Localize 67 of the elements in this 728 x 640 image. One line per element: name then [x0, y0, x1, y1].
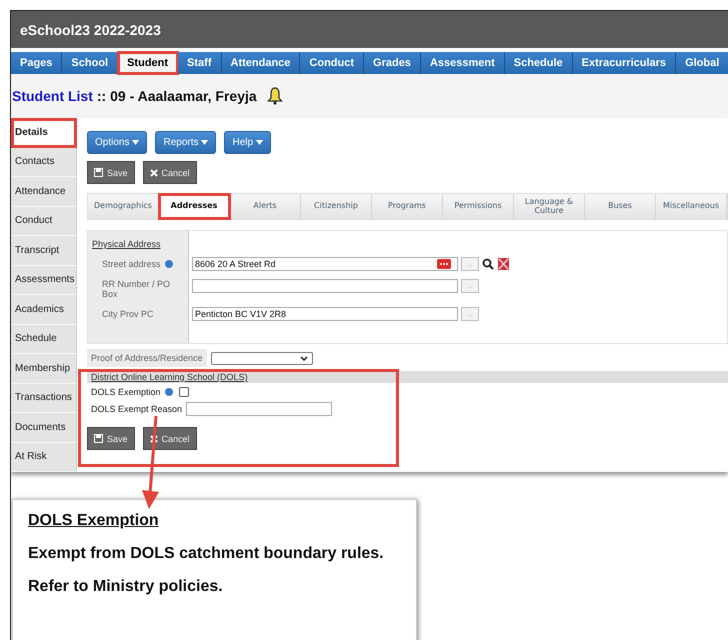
- sidebar-item[interactable]: Conduct: [11, 206, 77, 236]
- tooltip-text: Refer to Ministry policies.: [28, 578, 224, 596]
- sidebar-item[interactable]: Contacts: [11, 148, 77, 177]
- text-field[interactable]: [192, 279, 458, 293]
- sidebar-item[interactable]: Academics: [11, 295, 77, 324]
- sidebar-item[interactable]: At Risk: [11, 442, 77, 472]
- search-icon[interactable]: [482, 258, 494, 270]
- student-list-link[interactable]: Student List: [12, 88, 93, 104]
- caret-icon: [201, 140, 208, 145]
- nav-tab[interactable]: School: [62, 52, 118, 74]
- subtab[interactable]: Permissions: [443, 194, 514, 219]
- cancel-button[interactable]: Cancel: [142, 427, 197, 450]
- close-icon: [150, 168, 158, 176]
- text-field[interactable]: Penticton BC V1V 2R8: [192, 307, 458, 321]
- nav-tab[interactable]: Global: [676, 52, 728, 74]
- save-button[interactable]: Save: [87, 427, 135, 450]
- menu-button[interactable]: Help: [224, 131, 272, 154]
- subtab[interactable]: Buses: [585, 194, 656, 219]
- nav-tab[interactable]: Conduct: [300, 52, 364, 74]
- checkbox[interactable]: [178, 386, 189, 396]
- sidebar-item[interactable]: Documents: [11, 413, 77, 442]
- caret-icon: [132, 140, 140, 145]
- bell-icon[interactable]: [266, 87, 283, 105]
- subtab[interactable]: Programs: [372, 194, 443, 219]
- app-title: eSchool23 2022-2023: [20, 22, 161, 38]
- field-label: City Prov PC: [102, 309, 154, 319]
- field-label: Street address: [102, 259, 161, 269]
- text-field[interactable]: 8606 20 A Street Rd: [192, 257, 458, 271]
- dropdown[interactable]: [210, 352, 313, 364]
- nav-tab[interactable]: Assessment: [420, 52, 505, 74]
- nav-tab[interactable]: Schedule: [504, 52, 573, 74]
- nav-tab[interactable]: Student: [118, 52, 178, 74]
- section-heading: Physical Address: [91, 239, 161, 249]
- nav-tab[interactable]: Staff: [178, 52, 222, 74]
- field-label: DOLS Exempt Reason: [91, 404, 182, 414]
- sidebar-item[interactable]: Transcript: [11, 236, 77, 266]
- caret-icon: [256, 140, 264, 145]
- nav-tab[interactable]: Grades: [364, 52, 421, 74]
- sidebar-item[interactable]: Transactions: [11, 384, 77, 413]
- tooltip-text: Exempt from DOLS catchment boundary rules.: [28, 545, 385, 563]
- subtab[interactable]: Citizenship: [301, 194, 372, 219]
- sidebar-item[interactable]: Schedule: [11, 324, 77, 354]
- cancel-button[interactable]: Cancel: [142, 161, 197, 184]
- nav-tab[interactable]: Attendance: [222, 52, 300, 74]
- subtab[interactable]: Miscellaneous: [656, 194, 727, 219]
- sidebar-item[interactable]: Assessments: [11, 266, 77, 295]
- menu-button[interactable]: Reports: [155, 131, 216, 154]
- text-field[interactable]: [186, 402, 332, 416]
- section-heading: District Online Learning School (DOLS): [91, 372, 248, 382]
- nav-tab[interactable]: Pages: [11, 52, 62, 74]
- sidebar-item[interactable]: Membership: [11, 354, 77, 384]
- field-label: Proof of Address/Residence: [87, 349, 207, 367]
- field-label: DOLS Exemption: [91, 386, 161, 396]
- subtab[interactable]: Alerts: [230, 194, 301, 219]
- subtab[interactable]: Addresses: [159, 194, 230, 219]
- more-badge-icon[interactable]: [437, 259, 451, 269]
- menu-button[interactable]: Options: [87, 131, 148, 154]
- close-icon: [150, 434, 158, 442]
- sidebar-item[interactable]: Details: [11, 118, 77, 148]
- tooltip-title: DOLS Exemption: [28, 512, 160, 530]
- sidebar-item[interactable]: Attendance: [11, 177, 77, 206]
- field-label: RR Number / PO Box: [102, 279, 172, 299]
- chevron-down-icon: [300, 356, 308, 360]
- student-name: :: 09 - Aaalaamar, Freyja: [96, 88, 257, 104]
- save-button[interactable]: Save: [87, 161, 135, 184]
- subtab[interactable]: Language & Culture: [514, 194, 585, 219]
- nav-tab[interactable]: Extracurriculars: [572, 52, 676, 74]
